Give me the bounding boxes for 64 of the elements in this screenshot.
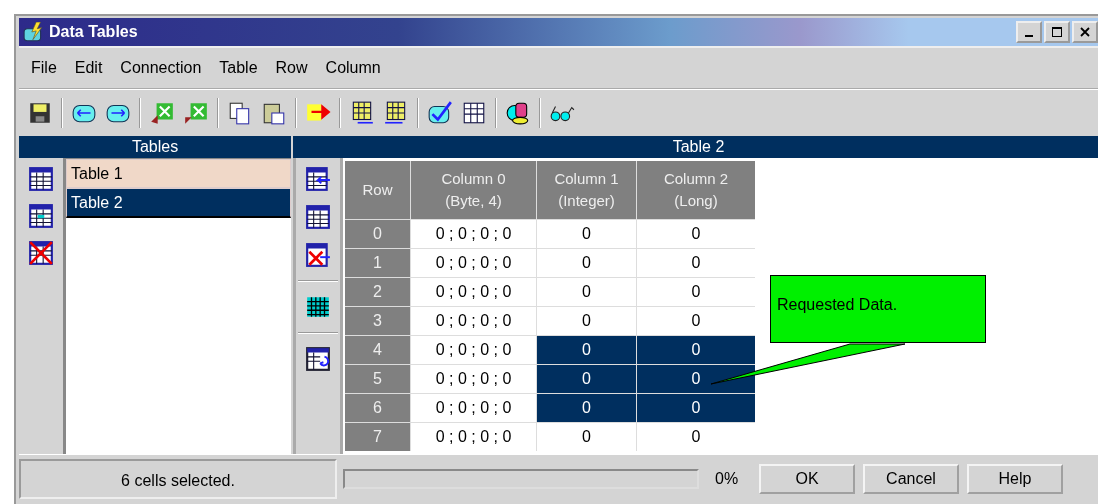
table-cell[interactable]: 0 [537, 278, 636, 306]
row-insert-icon[interactable] [305, 166, 331, 192]
save-icon[interactable] [27, 100, 53, 126]
table-cell[interactable]: 0 [637, 220, 755, 248]
status-message: 6 cells selected. [19, 459, 337, 499]
app-icon [23, 22, 45, 42]
grid-icon[interactable] [305, 294, 331, 320]
panel-header: Tables [19, 136, 291, 158]
table-cell[interactable]: 0 ; 0 ; 0 ; 0 [411, 365, 536, 393]
table-cell[interactable]: 0 [637, 394, 755, 422]
maximize-button[interactable] [1044, 21, 1070, 43]
minimize-icon [1025, 35, 1033, 37]
cube-icon[interactable] [505, 100, 531, 126]
table-cell[interactable]: 0 ; 0 ; 0 ; 0 [411, 278, 536, 306]
table-cell[interactable]: 0 [637, 278, 755, 306]
table-cell[interactable]: 0 ; 0 ; 0 ; 0 [411, 249, 536, 277]
check-icon[interactable] [427, 100, 453, 126]
menu-item[interactable]: Edit [74, 59, 103, 77]
row-header: Row [345, 161, 410, 219]
table-cell[interactable]: 0 [637, 249, 755, 277]
spreadsheet-export-icon[interactable] [183, 100, 209, 126]
grid-icon[interactable] [461, 100, 487, 126]
table-icon[interactable] [28, 166, 54, 192]
table-icon[interactable] [305, 204, 331, 230]
table-delete-icon[interactable] [28, 240, 54, 266]
close-button[interactable] [1072, 21, 1098, 43]
table-cell[interactable]: 0 ; 0 ; 0 ; 0 [411, 336, 536, 364]
spreadsheet-import-icon[interactable] [149, 100, 175, 126]
row-number[interactable]: 4 [345, 336, 410, 364]
menu-item[interactable]: Row [275, 59, 308, 77]
table-cell[interactable]: 0 [637, 365, 755, 393]
table-refresh-icon[interactable] [305, 346, 331, 372]
window-title: Data Tables [49, 23, 138, 41]
table-cell[interactable]: 0 [537, 423, 636, 451]
minimize-button[interactable] [1016, 21, 1042, 43]
row-delete-icon[interactable] [305, 242, 331, 268]
menu-item[interactable]: Column [325, 59, 381, 77]
dialog-button[interactable]: Help [967, 464, 1063, 494]
close-icon [1079, 26, 1091, 38]
table-list-item[interactable]: Table 2 [66, 188, 291, 218]
table-cell[interactable]: 0 ; 0 ; 0 ; 0 [411, 394, 536, 422]
menu-item[interactable]: Table [219, 59, 258, 77]
table-cell[interactable]: 0 [637, 336, 755, 364]
table-cell[interactable]: 0 ; 0 ; 0 ; 0 [411, 220, 536, 248]
table-cell[interactable]: 0 [537, 307, 636, 335]
dialog-button[interactable]: OK [759, 464, 855, 494]
table-cell[interactable]: 0 [637, 307, 755, 335]
progress-reading: 0% [715, 470, 740, 488]
maximize-icon [1051, 26, 1063, 38]
callout-box: Requested Data. [770, 275, 986, 343]
table-cell[interactable]: 0 [537, 220, 636, 248]
table-cell[interactable]: 0 [637, 423, 755, 451]
table-cell[interactable]: 0 [537, 249, 636, 277]
dialog-button[interactable]: Cancel [863, 464, 959, 494]
table-cell[interactable]: 0 [537, 365, 636, 393]
panel-header: Table 2 [293, 136, 1098, 158]
table-add-icon[interactable] [28, 203, 54, 229]
menu-item[interactable]: File [31, 59, 57, 77]
table-cell[interactable]: 0 ; 0 ; 0 ; 0 [411, 307, 536, 335]
table-list-item[interactable]: Table 1 [66, 159, 291, 188]
table-cell[interactable]: 0 [537, 336, 636, 364]
table-cell[interactable]: 0 [537, 394, 636, 422]
menu-item[interactable]: Connection [120, 59, 202, 77]
table-cell[interactable]: 0 ; 0 ; 0 ; 0 [411, 423, 536, 451]
